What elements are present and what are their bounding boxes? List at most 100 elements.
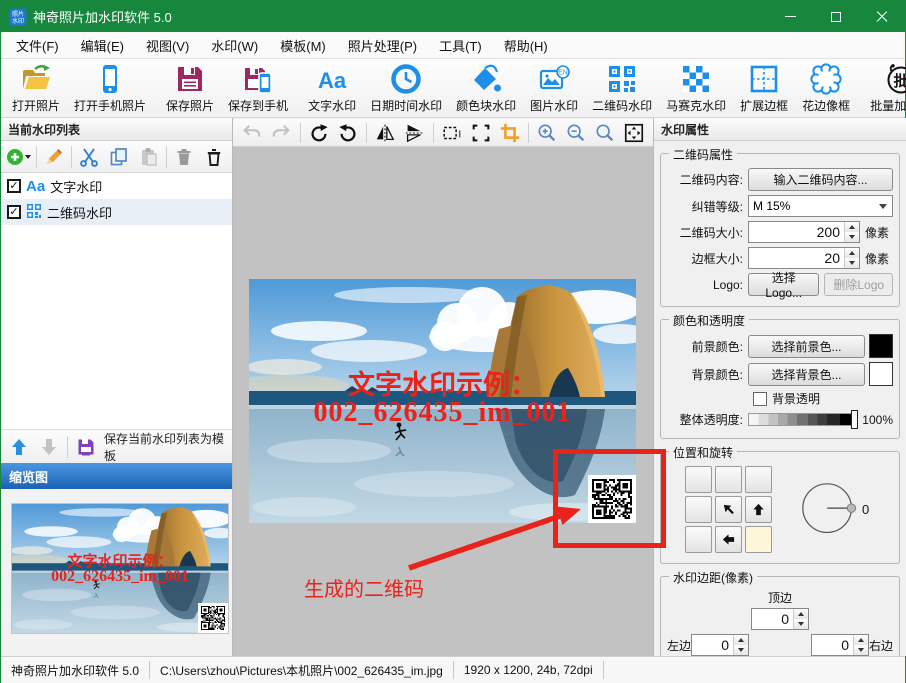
frame-select-button[interactable] (467, 121, 494, 145)
pos-middle-right[interactable] (745, 496, 772, 523)
pos-bottom-left[interactable] (685, 526, 712, 553)
stepper-up[interactable] (845, 248, 859, 258)
pos-bottom-center[interactable] (715, 526, 742, 553)
qr-size-stepper[interactable]: 200 (748, 221, 860, 243)
select-fg-color-button[interactable]: 选择前景色... (748, 334, 865, 358)
ecc-level-select[interactable]: M 15% (748, 195, 893, 217)
undo-button[interactable] (239, 121, 266, 145)
margin-left-label: 左边 (667, 638, 692, 653)
canvas-qr-watermark[interactable] (588, 475, 636, 523)
move-down-button[interactable] (37, 434, 61, 460)
pos-middle-center[interactable] (715, 496, 742, 523)
lace-frame-button[interactable]: 花边像框 (795, 60, 857, 116)
photo-canvas: 文字水印示例： 002_626435_im_001 (233, 147, 653, 656)
save-template-button[interactable]: 保存当前水印列表为模板 (104, 430, 226, 464)
margin-right-stepper[interactable]: 0 (810, 634, 869, 656)
pos-top-left[interactable] (685, 466, 712, 493)
fg-color-swatch (869, 334, 893, 358)
menu-edit[interactable]: 编辑(E) (70, 32, 135, 58)
resize-canvas-button[interactable]: I (439, 121, 466, 145)
menu-tools[interactable]: 工具(T) (428, 32, 493, 58)
opacity-slider-handle[interactable] (851, 410, 859, 429)
fit-window-button[interactable] (620, 121, 647, 145)
checkbox-checked[interactable]: ✓ (7, 179, 21, 193)
redo-button[interactable] (268, 121, 295, 145)
menu-watermark[interactable]: 水印(W) (200, 32, 269, 58)
minimize-button[interactable] (767, 1, 813, 32)
canvas-watermark-text-line2[interactable]: 002_626435_im_001 (313, 397, 571, 429)
floppy-disk-icon (174, 63, 206, 95)
zoom-in-button[interactable] (534, 121, 561, 145)
flip-vertical-button[interactable] (401, 121, 428, 145)
stepper-down[interactable] (845, 258, 859, 268)
menu-template[interactable]: 模板(M) (269, 32, 337, 58)
datetime-watermark-button[interactable]: 日期时间水印 (363, 60, 449, 116)
clear-watermark-list-button[interactable] (201, 144, 227, 170)
delete-watermark-button[interactable] (171, 144, 197, 170)
extend-border-button[interactable]: 扩展边框 (733, 60, 795, 116)
move-up-button[interactable] (7, 434, 31, 460)
bg-transparent-checkbox[interactable] (753, 391, 767, 406)
menu-photo-process[interactable]: 照片处理(P) (337, 32, 428, 58)
delete-logo-button[interactable]: 删除Logo (824, 273, 893, 296)
copy-watermark-button[interactable] (106, 144, 132, 170)
main-toolbar: 打开照片 打开手机照片 保存照片 保存到手机 Aa 文字水印 日期时间水印 颜色… (1, 59, 906, 118)
close-button[interactable] (859, 1, 905, 32)
margin-top-stepper[interactable]: 0 (751, 608, 809, 630)
open-phone-photo-button[interactable]: 打开手机照片 (67, 60, 153, 116)
qr-content-input-button[interactable]: 输入二维码内容... (748, 168, 893, 191)
stepper-down[interactable] (845, 232, 859, 242)
add-watermark-button[interactable] (6, 144, 32, 170)
cut-watermark-button[interactable] (76, 144, 102, 170)
menu-file[interactable]: 文件(F) (5, 32, 70, 58)
paste-watermark-button[interactable] (136, 144, 162, 170)
photo-preview[interactable]: 文字水印示例： 002_626435_im_001 (249, 279, 636, 523)
mosaic-watermark-button[interactable]: 马赛克水印 (659, 60, 733, 116)
paint-bucket-icon (470, 63, 502, 95)
pos-bottom-right-selected[interactable] (745, 526, 772, 553)
checkbox-checked[interactable]: ✓ (7, 205, 21, 219)
select-bg-color-button[interactable]: 选择背景色... (748, 362, 865, 386)
rotate-left-button[interactable] (306, 121, 333, 145)
thumbnail-header: 缩览图 (1, 463, 232, 489)
margin-left-stepper[interactable]: 0 (691, 634, 750, 656)
zoom-out-button[interactable] (563, 121, 590, 145)
flip-horizontal-button[interactable] (372, 121, 399, 145)
opacity-slider[interactable] (748, 410, 859, 429)
qr-border-label: 边框大小: (691, 251, 743, 266)
batch-watermark-button[interactable]: 批 批量加水印 (863, 60, 906, 116)
text-watermark-button[interactable]: Aa 文字水印 (301, 60, 363, 116)
qrcode-watermark-button[interactable]: 二维码水印 (585, 60, 659, 116)
close-icon (876, 11, 888, 23)
arrow-up-left-icon (723, 504, 734, 515)
minimize-icon (784, 16, 796, 17)
save-to-phone-button[interactable]: 保存到手机 (221, 60, 295, 116)
qr-border-stepper[interactable]: 20 (748, 247, 860, 269)
menu-view[interactable]: 视图(V) (135, 32, 200, 58)
menu-help[interactable]: 帮助(H) (493, 32, 559, 58)
colorblock-watermark-button[interactable]: 颜色块水印 (449, 60, 523, 116)
pos-middle-left[interactable] (685, 496, 712, 523)
open-photo-button[interactable]: 打开照片 (5, 60, 67, 116)
thumbnail-image[interactable]: 文字水印示例： 002_626435_im_001 (11, 503, 229, 634)
zoom-actual-button[interactable] (591, 121, 618, 145)
pos-top-right[interactable] (745, 466, 772, 493)
bg-color-label: 背景颜色: (691, 367, 743, 382)
picture-icon: EN (538, 63, 570, 95)
list-item-text-watermark[interactable]: ✓ Aa 文字水印 (1, 173, 232, 199)
select-logo-button[interactable]: 选择Logo... (748, 271, 820, 300)
pos-top-center[interactable] (715, 466, 742, 493)
opacity-label: 整体透明度: (679, 413, 743, 427)
rotate-right-button[interactable] (334, 121, 361, 145)
svg-text:批: 批 (894, 72, 906, 90)
rotation-dial[interactable]: 0 (800, 481, 869, 539)
list-item-qr-watermark[interactable]: ✓ 二维码水印 (1, 199, 232, 225)
stepper-up[interactable] (845, 222, 859, 232)
logo-label: Logo: (712, 277, 743, 292)
maximize-button[interactable] (813, 1, 859, 32)
crop-button[interactable] (496, 121, 523, 145)
save-photo-button[interactable]: 保存照片 (159, 60, 221, 116)
qr-watermark-icon (26, 203, 42, 222)
image-watermark-button[interactable]: EN 图片水印 (523, 60, 585, 116)
edit-watermark-button[interactable] (41, 144, 67, 170)
